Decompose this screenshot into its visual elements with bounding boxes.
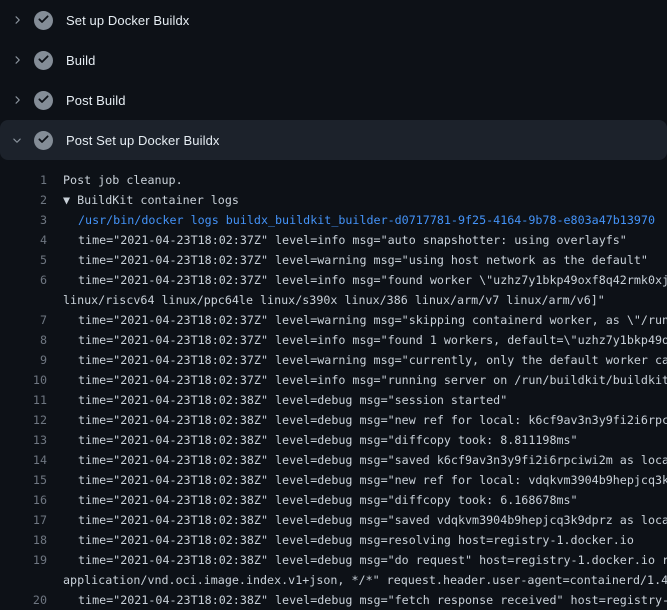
log-line-text: time="2021-04-23T18:02:37Z" level=info m… [78,270,667,290]
line-number[interactable]: 10 [0,370,47,390]
log-row: 1 Post job cleanup. [0,170,667,190]
line-number[interactable]: 13 [0,430,47,450]
log-row: 10 time="2021-04-23T18:02:37Z" level=inf… [0,370,667,390]
log-command-text: /usr/bin/docker logs buildx_buildkit_bui… [78,210,655,230]
log-line-text: time="2021-04-23T18:02:38Z" level=debug … [78,490,578,510]
log-line-text: time="2021-04-23T18:02:38Z" level=debug … [78,410,667,430]
log-line-text: time="2021-04-23T18:02:38Z" level=debug … [78,470,667,490]
line-number[interactable]: 17 [0,510,47,530]
log-viewer: 1 Post job cleanup. 2 ▼ BuildKit contain… [0,160,667,610]
line-number[interactable]: 1 [0,170,47,190]
chevron-right-icon [10,13,24,27]
line-number[interactable]: 18 [0,530,47,550]
line-number[interactable]: 5 [0,250,47,270]
log-row: 19 time="2021-04-23T18:02:38Z" level=deb… [0,550,667,570]
line-number[interactable]: 2 [0,190,47,210]
log-row: 18 time="2021-04-23T18:02:38Z" level=deb… [0,530,667,550]
line-number[interactable]: 8 [0,330,47,350]
log-row: 8 time="2021-04-23T18:02:37Z" level=info… [0,330,667,350]
log-line-text: time="2021-04-23T18:02:38Z" level=debug … [78,430,578,450]
check-circle-icon [34,51,53,70]
line-number[interactable]: 4 [0,230,47,250]
log-line-text: application/vnd.oci.image.index.v1+json,… [63,570,667,590]
log-line-text: time="2021-04-23T18:02:37Z" level=info m… [78,370,667,390]
line-number[interactable]: 19 [0,550,47,570]
check-circle-icon [34,131,53,150]
log-row: 6 time="2021-04-23T18:02:37Z" level=info… [0,270,667,290]
step-label: Post Set up Docker Buildx [66,133,220,148]
log-row: 2 ▼ BuildKit container logs [0,190,667,210]
log-line-text: time="2021-04-23T18:02:38Z" level=debug … [78,450,667,470]
line-number[interactable]: 12 [0,410,47,430]
log-row: 17 time="2021-04-23T18:02:38Z" level=deb… [0,510,667,530]
log-line-text: Post job cleanup. [63,170,183,190]
log-line-text: time="2021-04-23T18:02:37Z" level=warnin… [78,350,667,370]
log-row: 16 time="2021-04-23T18:02:38Z" level=deb… [0,490,667,510]
log-row: 14 time="2021-04-23T18:02:38Z" level=deb… [0,450,667,470]
step-list: Set up Docker Buildx Build P [0,0,667,160]
line-number[interactable]: 3 [0,210,47,230]
chevron-right-icon [10,93,24,107]
step-label: Set up Docker Buildx [66,13,189,28]
log-row: 7 time="2021-04-23T18:02:37Z" level=warn… [0,310,667,330]
line-number [0,570,47,590]
line-number[interactable]: 11 [0,390,47,410]
line-number[interactable]: 14 [0,450,47,470]
step-header-build[interactable]: Build [0,40,667,80]
step-label: Build [66,53,95,68]
check-circle-icon [34,91,53,110]
log-row: 11 time="2021-04-23T18:02:38Z" level=deb… [0,390,667,410]
log-row: 13 time="2021-04-23T18:02:38Z" level=deb… [0,430,667,450]
log-line-text: linux/riscv64 linux/ppc64le linux/s390x … [63,290,605,310]
log-row: 3 /usr/bin/docker logs buildx_buildkit_b… [0,210,667,230]
log-row: 4 time="2021-04-23T18:02:37Z" level=info… [0,230,667,250]
log-row: 15 time="2021-04-23T18:02:38Z" level=deb… [0,470,667,490]
check-circle-icon [34,11,53,30]
log-line-text: time="2021-04-23T18:02:38Z" level=debug … [78,510,667,530]
log-row: 12 time="2021-04-23T18:02:38Z" level=deb… [0,410,667,430]
log-row: linux/riscv64 linux/ppc64le linux/s390x … [0,290,667,310]
step-header-post-build[interactable]: Post Build [0,80,667,120]
step-header-post-set-up-docker-buildx[interactable]: Post Set up Docker Buildx [0,120,667,160]
log-row: 5 time="2021-04-23T18:02:37Z" level=warn… [0,250,667,270]
chevron-down-icon [10,133,24,147]
log-line-text: time="2021-04-23T18:02:38Z" level=debug … [78,390,507,410]
log-line-text: time="2021-04-23T18:02:37Z" level=warnin… [78,310,667,330]
log-group-toggle[interactable]: ▼ BuildKit container logs [63,190,239,210]
line-number[interactable]: 15 [0,470,47,490]
line-number [0,290,47,310]
line-number[interactable]: 20 [0,590,47,610]
log-line-text: time="2021-04-23T18:02:37Z" level=info m… [78,230,627,250]
log-row: application/vnd.oci.image.index.v1+json,… [0,570,667,590]
log-row: 20 time="2021-04-23T18:02:38Z" level=deb… [0,590,667,610]
log-line-text: time="2021-04-23T18:02:37Z" level=info m… [78,330,667,350]
line-number[interactable]: 7 [0,310,47,330]
step-header-set-up-docker-buildx[interactable]: Set up Docker Buildx [0,0,667,40]
log-line-text: time="2021-04-23T18:02:38Z" level=debug … [78,550,667,570]
line-number[interactable]: 16 [0,490,47,510]
log-line-text: time="2021-04-23T18:02:38Z" level=debug … [78,590,667,610]
log-line-text: time="2021-04-23T18:02:38Z" level=debug … [78,530,634,550]
step-label: Post Build [66,93,126,108]
chevron-right-icon [10,53,24,67]
log-row: 9 time="2021-04-23T18:02:37Z" level=warn… [0,350,667,370]
line-number[interactable]: 9 [0,350,47,370]
log-line-text: time="2021-04-23T18:02:37Z" level=warnin… [78,250,648,270]
line-number[interactable]: 6 [0,270,47,290]
